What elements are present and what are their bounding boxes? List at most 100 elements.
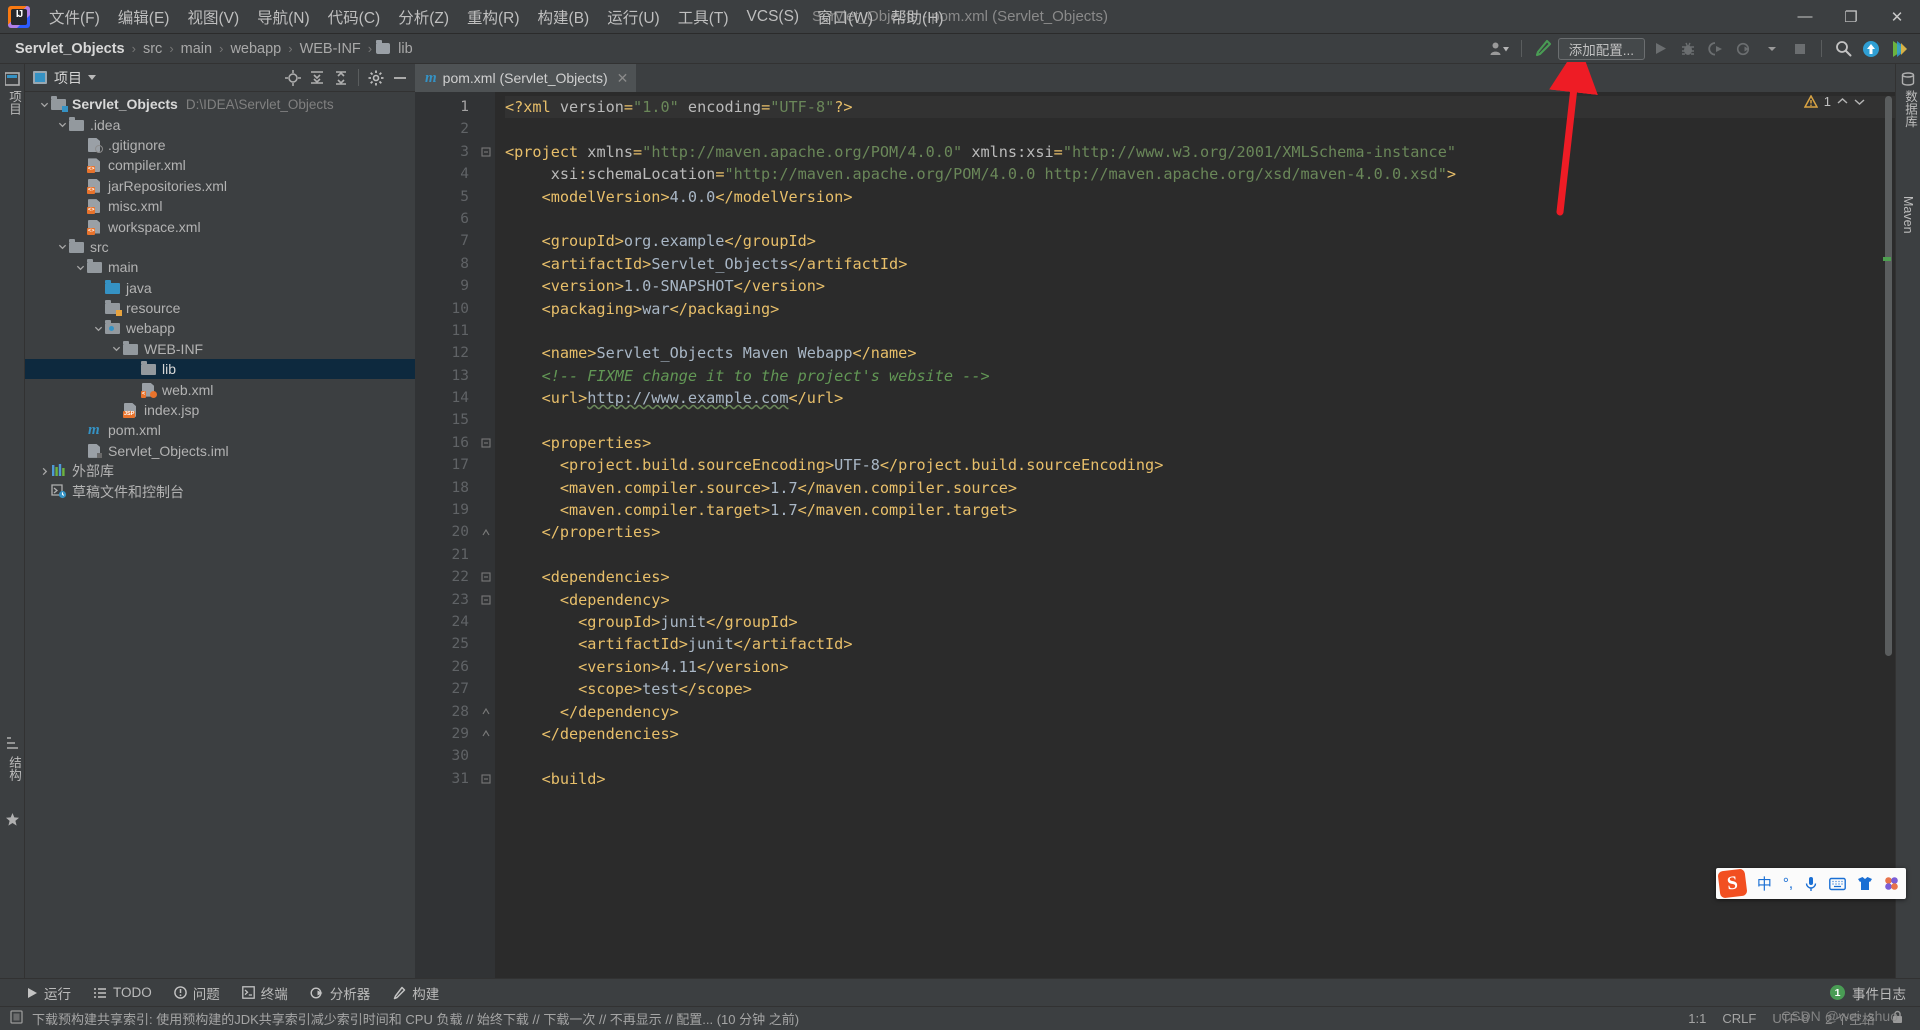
- minimize-button[interactable]: —: [1782, 0, 1828, 34]
- menu-item-2[interactable]: 视图(V): [178, 2, 248, 32]
- chevron-down-icon[interactable]: [55, 242, 69, 251]
- fold-close-icon[interactable]: [477, 701, 495, 723]
- tree-item-misc.xml[interactable]: <> misc.xml: [25, 196, 415, 216]
- code-line[interactable]: [505, 208, 1895, 230]
- tree-item-servlet_objects.iml[interactable]: Servlet_Objects.iml: [25, 441, 415, 461]
- idea-feature-icon[interactable]: [1886, 37, 1912, 61]
- collapse-all-icon[interactable]: [330, 67, 352, 89]
- update-project-icon[interactable]: [1858, 37, 1884, 61]
- menu-item-6[interactable]: 重构(R): [458, 2, 529, 32]
- tree-item-index.jsp[interactable]: JSP index.jsp: [25, 400, 415, 420]
- scroll-error-marker[interactable]: [1883, 257, 1891, 261]
- code-line[interactable]: <groupId>junit</groupId>: [505, 611, 1895, 633]
- inspection-caret-down-icon[interactable]: [1854, 94, 1865, 109]
- menu-item-11[interactable]: 窗口(W): [808, 2, 882, 32]
- menu-item-4[interactable]: 代码(C): [319, 2, 390, 32]
- ime-toolbar[interactable]: S 中 °,: [1715, 868, 1906, 899]
- code-line[interactable]: <project xmlns="http://maven.apache.org/…: [505, 141, 1895, 163]
- run-with-coverage-icon[interactable]: [1703, 37, 1729, 61]
- code-line[interactable]: </dependencies>: [505, 723, 1895, 745]
- close-button[interactable]: ✕: [1874, 0, 1920, 34]
- search-everywhere-icon[interactable]: [1830, 37, 1856, 61]
- expand-all-icon[interactable]: [306, 67, 328, 89]
- code-content[interactable]: <?xml version="1.0" encoding="UTF-8"?> <p…: [495, 92, 1895, 978]
- fold-close-icon[interactable]: [477, 723, 495, 745]
- event-log-button[interactable]: 1 事件日志: [1830, 983, 1920, 1003]
- tree-item-resource[interactable]: resource: [25, 298, 415, 318]
- status-message[interactable]: 下载预构建共享索引: 使用预构建的JDK共享索引减少索引时间和 CPU 负载 /…: [32, 1009, 799, 1028]
- chevron-down-icon[interactable]: [1759, 37, 1785, 61]
- left-strip-label-project[interactable]: 项目: [5, 90, 24, 115]
- tree-item-web.xml[interactable]: < web.xml: [25, 379, 415, 399]
- code-line[interactable]: <artifactId>Servlet_Objects</artifactId>: [505, 253, 1895, 275]
- fold-open-icon[interactable]: [477, 768, 495, 790]
- code-line[interactable]: <name>Servlet_Objects Maven Webapp</name…: [505, 342, 1895, 364]
- caret-position[interactable]: 1:1: [1688, 1011, 1706, 1026]
- chevron-down-icon[interactable]: [37, 100, 51, 109]
- breadcrumb-item-2[interactable]: main: [178, 39, 215, 59]
- tree-item----[interactable]: 外部库: [25, 461, 415, 481]
- chevron-down-icon[interactable]: [88, 75, 96, 80]
- code-line[interactable]: <scope>test</scope>: [505, 678, 1895, 700]
- menu-item-8[interactable]: 运行(U): [598, 2, 669, 32]
- breadcrumb-item-4[interactable]: WEB-INF: [297, 39, 364, 59]
- stop-icon[interactable]: [1787, 37, 1813, 61]
- menu-item-0[interactable]: 文件(F): [40, 2, 109, 32]
- code-line[interactable]: <project.build.sourceEncoding>UTF-8</pro…: [505, 454, 1895, 476]
- tree-item-.idea[interactable]: .idea: [25, 114, 415, 134]
- tree-item-.gitignore[interactable]: .gitignore: [25, 135, 415, 155]
- bottom-tool-终端[interactable]: 终端: [241, 983, 288, 1003]
- menu-item-3[interactable]: 导航(N): [248, 2, 319, 32]
- user-accounts-icon[interactable]: [1487, 37, 1513, 61]
- inspection-widget[interactable]: 1: [1803, 94, 1865, 109]
- close-tab-icon[interactable]: ✕: [617, 70, 629, 87]
- breadcrumb-item-3[interactable]: webapp: [227, 39, 284, 59]
- microphone-icon[interactable]: [1804, 876, 1818, 892]
- menu-item-12[interactable]: 帮助(H): [882, 2, 953, 32]
- tree-item-servlet_objects[interactable]: Servlet_Objects D:\IDEA\Servlet_Objects: [25, 94, 415, 114]
- code-line[interactable]: <version>4.11</version>: [505, 656, 1895, 678]
- ime-chinese-mode[interactable]: 中: [1757, 873, 1772, 894]
- ime-punctuation-mode[interactable]: °,: [1783, 875, 1793, 892]
- code-line[interactable]: <packaging>war</packaging>: [505, 298, 1895, 320]
- inspection-caret-up-icon[interactable]: [1837, 94, 1848, 109]
- breadcrumb-item-0[interactable]: Servlet_Objects: [12, 39, 128, 59]
- apps-icon[interactable]: [1884, 876, 1899, 891]
- run-icon[interactable]: [1647, 37, 1673, 61]
- tree-item-webapp[interactable]: webapp: [25, 318, 415, 338]
- sogou-logo-icon[interactable]: S: [1717, 868, 1748, 899]
- code-line[interactable]: <version>1.0-SNAPSHOT</version>: [505, 275, 1895, 297]
- chevron-right-icon[interactable]: [37, 467, 51, 476]
- fold-close-icon[interactable]: [477, 521, 495, 543]
- settings-gear-icon[interactable]: [365, 67, 387, 89]
- bottom-tool-分析器[interactable]: 分析器: [310, 983, 370, 1003]
- add-configuration-button[interactable]: 添加配置...: [1557, 37, 1645, 60]
- tree-item-jarrepositories.xml[interactable]: <> jarRepositories.xml: [25, 176, 415, 196]
- bottom-tool-构建[interactable]: 构建: [392, 983, 439, 1003]
- tree-item-pom.xml[interactable]: m pom.xml: [25, 420, 415, 440]
- fold-gutter[interactable]: [477, 92, 495, 978]
- code-line[interactable]: [505, 118, 1895, 140]
- code-line[interactable]: <groupId>org.example</groupId>: [505, 230, 1895, 252]
- line-separator[interactable]: CRLF: [1722, 1011, 1756, 1026]
- code-line[interactable]: <build>: [505, 768, 1895, 790]
- code-line[interactable]: [505, 544, 1895, 566]
- tree-item-compiler.xml[interactable]: <> compiler.xml: [25, 155, 415, 175]
- code-line[interactable]: [505, 320, 1895, 342]
- editor-scrollbar[interactable]: [1883, 92, 1894, 978]
- fold-open-icon[interactable]: [477, 141, 495, 163]
- tree-item-src[interactable]: src: [25, 237, 415, 257]
- locate-icon[interactable]: [282, 67, 304, 89]
- debug-icon[interactable]: [1675, 37, 1701, 61]
- code-line[interactable]: <maven.compiler.target>1.7</maven.compil…: [505, 499, 1895, 521]
- menu-item-10[interactable]: VCS(S): [738, 4, 809, 30]
- menu-item-7[interactable]: 构建(B): [529, 2, 599, 32]
- breadcrumb-item-5[interactable]: lib: [395, 39, 416, 59]
- breadcrumb-item-1[interactable]: src: [140, 39, 165, 59]
- bottom-tool-TODO[interactable]: TODO: [93, 985, 152, 1000]
- chevron-down-icon[interactable]: [55, 120, 69, 129]
- code-line[interactable]: </dependency>: [505, 701, 1895, 723]
- structure-tool-icon[interactable]: [5, 736, 20, 751]
- code-line[interactable]: <!-- FIXME change it to the project's we…: [505, 365, 1895, 387]
- project-tree[interactable]: Servlet_Objects D:\IDEA\Servlet_Objects .i…: [25, 91, 415, 978]
